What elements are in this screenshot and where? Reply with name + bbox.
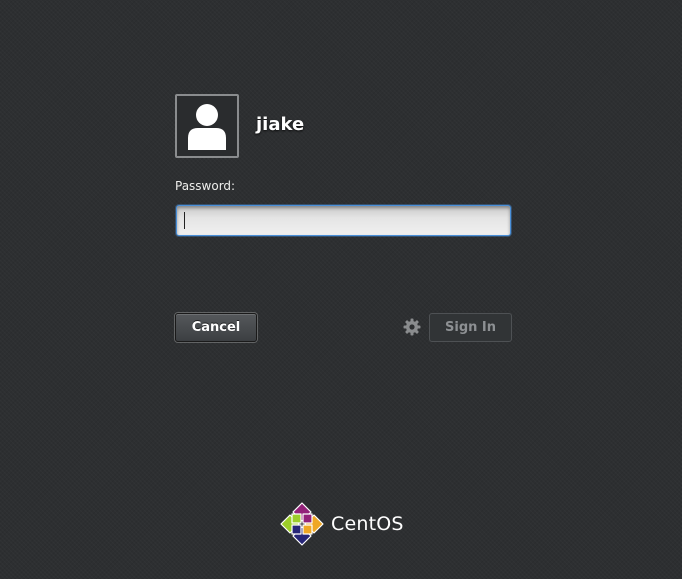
user-avatar-icon — [188, 104, 226, 150]
password-input[interactable] — [176, 205, 511, 236]
user-avatar — [175, 94, 239, 158]
gear-icon[interactable] — [403, 318, 421, 336]
text-caret — [184, 212, 185, 229]
username-label: jiake — [256, 114, 305, 135]
password-label: Password: — [175, 179, 236, 193]
brand-name: CentOS — [331, 513, 404, 535]
cancel-button[interactable]: Cancel — [175, 313, 257, 342]
centos-logo-icon — [280, 502, 324, 546]
sign-in-button[interactable]: Sign In — [429, 313, 512, 342]
brand: CentOS — [280, 502, 404, 546]
